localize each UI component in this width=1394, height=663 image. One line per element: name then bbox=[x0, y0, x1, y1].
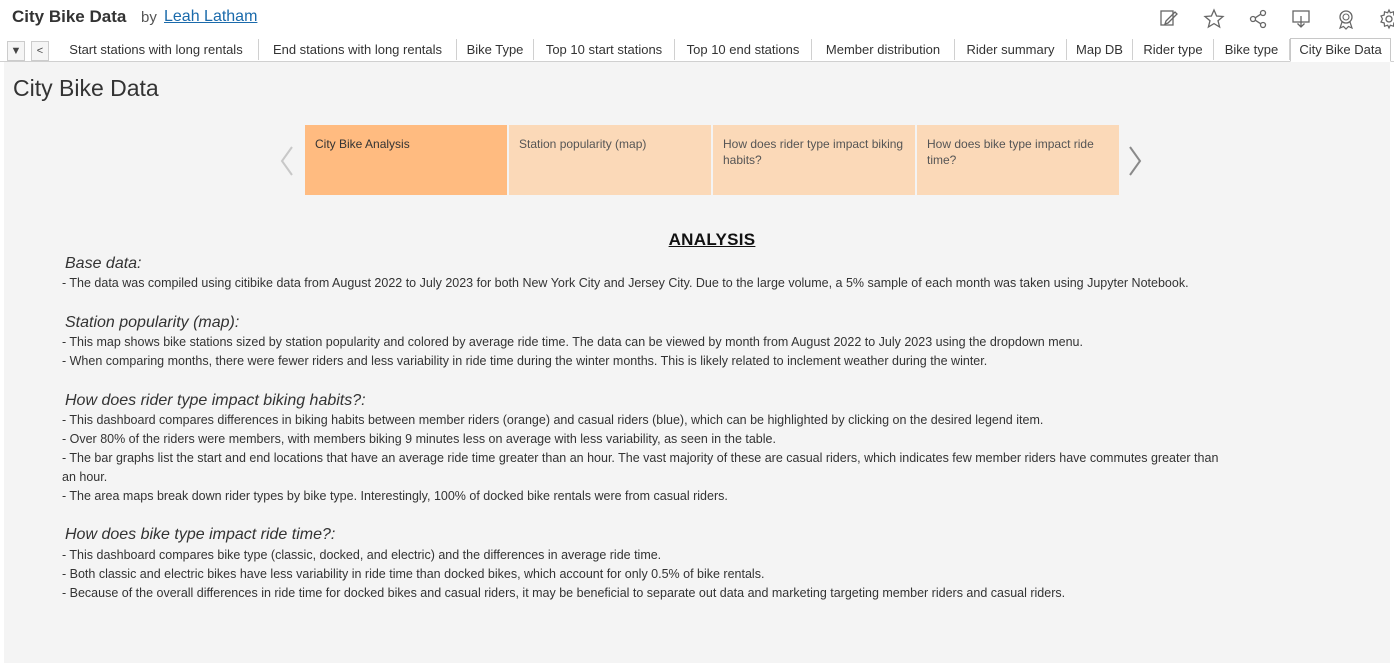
analysis-line: an hour. bbox=[62, 470, 108, 484]
tab-end-stations-long-rentals[interactable]: End stations with long rentals bbox=[259, 39, 457, 60]
story-point-station-popularity[interactable]: Station popularity (map) bbox=[509, 125, 711, 195]
section-title-station-popularity: Station popularity (map): bbox=[65, 314, 240, 331]
tab-menu-button[interactable]: ▼ bbox=[7, 41, 25, 61]
tab-bike-type-2[interactable]: Bike type bbox=[1214, 39, 1290, 60]
edit-icon[interactable] bbox=[1158, 8, 1180, 30]
analysis-line: - The data was compiled using citibike d… bbox=[62, 276, 1189, 290]
story-prev-arrow[interactable] bbox=[278, 144, 296, 178]
star-icon[interactable] bbox=[1203, 8, 1225, 30]
top-bar: City Bike Data by Leah Latham bbox=[0, 0, 1394, 38]
analysis-line: - The bar graphs list the start and end … bbox=[62, 451, 1219, 465]
section-title-bike-type: How does bike type impact ride time?: bbox=[65, 526, 336, 543]
analysis-line: - Both classic and electric bikes have l… bbox=[62, 567, 765, 581]
tab-map-db[interactable]: Map DB bbox=[1067, 39, 1133, 60]
tab-city-bike-data[interactable]: City Bike Data bbox=[1290, 38, 1391, 62]
sheet-tabs: ▼ < Start stations with long rentals End… bbox=[0, 38, 1394, 62]
analysis-line: - This map shows bike stations sized by … bbox=[62, 335, 1083, 349]
story-next-arrow[interactable] bbox=[1126, 144, 1144, 178]
download-icon[interactable] bbox=[1290, 8, 1312, 30]
analysis-line: - The area maps break down rider types b… bbox=[62, 489, 728, 503]
author-link[interactable]: Leah Latham bbox=[164, 8, 257, 26]
tab-top10-end[interactable]: Top 10 end stations bbox=[675, 39, 812, 60]
dashboard-canvas: City Bike Data City Bike Analysis Statio… bbox=[4, 62, 1390, 663]
tab-bike-type[interactable]: Bike Type bbox=[457, 39, 534, 60]
tab-member-distribution[interactable]: Member distribution bbox=[812, 39, 955, 60]
tab-start-stations-long-rentals[interactable]: Start stations with long rentals bbox=[54, 39, 259, 60]
story-point-city-bike-analysis[interactable]: City Bike Analysis bbox=[305, 125, 507, 195]
dashboard-title: City Bike Data bbox=[13, 75, 159, 101]
analysis-line: - This dashboard compares differences in… bbox=[62, 413, 1044, 427]
analysis-heading: ANALYSIS bbox=[668, 230, 756, 249]
by-label: by bbox=[141, 9, 157, 26]
story-point-rider-type[interactable]: How does rider type impact biking habits… bbox=[713, 125, 915, 195]
section-title-rider-type: How does rider type impact biking habits… bbox=[65, 392, 366, 409]
tab-rider-type[interactable]: Rider type bbox=[1133, 39, 1214, 60]
tab-rider-summary[interactable]: Rider summary bbox=[955, 39, 1067, 60]
settings-icon[interactable] bbox=[1378, 8, 1394, 30]
analysis-line: - This dashboard compares bike type (cla… bbox=[62, 548, 662, 562]
analysis-line: - When comparing months, there were fewe… bbox=[62, 354, 988, 368]
story-point-bike-type[interactable]: How does bike type impact ride time? bbox=[917, 125, 1119, 195]
section-title-base-data: Base data: bbox=[65, 255, 142, 272]
workbook-title: City Bike Data bbox=[12, 7, 127, 26]
analysis-line: - Because of the overall differences in … bbox=[62, 586, 1066, 600]
tab-top10-start[interactable]: Top 10 start stations bbox=[534, 39, 675, 60]
tab-prev-button[interactable]: < bbox=[31, 41, 49, 61]
analysis-line: - Over 80% of the riders were members, w… bbox=[62, 432, 776, 446]
share-icon[interactable] bbox=[1247, 8, 1269, 30]
award-icon[interactable] bbox=[1335, 8, 1357, 30]
